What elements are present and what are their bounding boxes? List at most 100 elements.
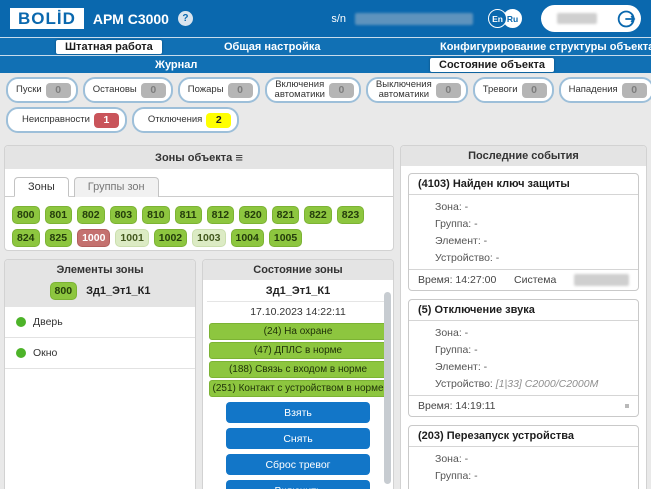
action-button[interactable]: Взять — [226, 402, 370, 423]
counter-badge: 0 — [329, 83, 354, 98]
zone-chip[interactable]: 800 — [12, 206, 40, 224]
event-counters: Пуски0Остановы0Пожары0Включения автомати… — [0, 73, 651, 139]
redacted-username — [557, 13, 597, 24]
element-item[interactable]: Окно — [5, 338, 195, 369]
zone-chip[interactable]: 822 — [304, 206, 332, 224]
event-field-group: Группа: - — [435, 215, 638, 232]
counter-badge: 1 — [94, 113, 119, 128]
primary-nav-item[interactable]: Конфигурирование структуры объекта — [440, 41, 651, 53]
counter-button[interactable]: Остановы0 — [83, 77, 173, 103]
event-title: (203) Перезапуск устройства — [409, 426, 638, 447]
event-field-zone: Зона: - — [435, 324, 638, 341]
secondary-nav-item[interactable]: Журнал — [155, 59, 197, 71]
state-bar: (251) Контакт с устройством в норме — [209, 380, 387, 397]
app-window: BOLİD АРМ С3000 ? s/n En Ru Штатная рабо… — [0, 0, 651, 489]
serial-label: s/n — [331, 13, 346, 25]
zone-chip[interactable]: 821 — [272, 206, 300, 224]
language-toggle: En Ru — [488, 9, 522, 28]
zone-chip[interactable]: 1003 — [192, 229, 225, 247]
state-bar: (188) Связь с входом в норме — [209, 361, 387, 378]
counter-label: Включения автоматики — [275, 80, 325, 100]
event-time: Время: 14:27:00 — [418, 274, 496, 286]
state-timestamp: 17.10.2023 14:22:11 — [203, 302, 393, 321]
event-card: (4103) Найден ключ защитыЗона: -Группа: … — [408, 173, 639, 291]
selected-zone-header: 800 Зд1_Эт1_К1 — [5, 280, 195, 307]
counter-label: Выключения автоматики — [376, 80, 432, 100]
counter-button[interactable]: Пожары 0 — [178, 77, 260, 103]
zones-tab[interactable]: Группы зон — [74, 177, 159, 197]
zone-chip[interactable]: 802 — [77, 206, 105, 224]
event-field-element: Элемент: - — [435, 232, 638, 249]
element-label: Окно — [33, 347, 57, 359]
action-button[interactable]: Сброс тревог — [226, 454, 370, 475]
counter-badge: 0 — [141, 83, 166, 98]
zone-chip[interactable]: 825 — [45, 229, 73, 247]
counter-label: Пожары — [188, 85, 224, 95]
lang-en-button[interactable]: En — [488, 9, 507, 28]
zone-chip[interactable]: 824 — [12, 229, 40, 247]
event-body: Зона: -Группа: -Элемент: -Устройство: [1… — [409, 447, 638, 489]
element-item[interactable]: Дверь — [5, 307, 195, 338]
selected-zone-chip[interactable]: 800 — [50, 282, 78, 300]
counter-button[interactable]: Нападения0 — [559, 77, 651, 103]
counter-label: Неисправности — [22, 115, 90, 125]
events-panel-title: Последние события — [401, 146, 646, 166]
primary-nav-tab[interactable]: Штатная работа — [56, 40, 162, 54]
redacted-serial-number — [355, 13, 473, 25]
event-footer: Время: 14:19:11 — [409, 395, 638, 416]
zones-tabs: ЗоныГруппы зон — [5, 169, 393, 197]
counter-button[interactable]: Включения автоматики 0 — [265, 77, 361, 103]
state-zone-name: Зд1_Эт1_К1 — [207, 280, 389, 302]
counter-button[interactable]: Отключения2 — [132, 107, 239, 133]
counter-badge: 2 — [206, 113, 231, 128]
logout-icon[interactable] — [617, 9, 637, 29]
user-pill[interactable] — [541, 5, 641, 32]
zones-tab[interactable]: Зоны — [14, 177, 69, 197]
counter-badge: 0 — [228, 83, 253, 98]
action-button[interactable]: Включить — [226, 480, 370, 489]
counter-badge: 0 — [522, 83, 547, 98]
zones-grid: 8008018028038108118128208218228238248251… — [5, 197, 393, 251]
redacted-user — [574, 274, 629, 286]
primary-nav: Штатная работа Общая настройка Конфигуриро… — [0, 37, 651, 55]
primary-nav-item[interactable]: Общая настройка — [224, 41, 320, 53]
latest-events-panel: Последние события (4103) Найден ключ защ… — [400, 145, 647, 489]
event-source: Система — [496, 274, 574, 286]
help-icon[interactable]: ? — [178, 11, 193, 26]
element-status-dot — [16, 348, 26, 358]
zone-chip[interactable]: 1000 — [77, 229, 110, 247]
zone-chip[interactable]: 1002 — [154, 229, 187, 247]
counter-button[interactable]: Пуски0 — [6, 77, 78, 103]
menu-icon[interactable]: ≡ — [235, 150, 243, 165]
event-title: (5) Отключение звука — [409, 300, 638, 321]
elements-panel-title: Элементы зоны — [5, 260, 195, 280]
counter-button[interactable]: Тревоги 0 — [473, 77, 554, 103]
zone-chip[interactable]: 820 — [239, 206, 267, 224]
zone-chip[interactable]: 823 — [337, 206, 365, 224]
counter-button[interactable]: Неисправности 1 — [6, 107, 127, 133]
event-body: Зона: -Группа: -Элемент: -Устройство: [1… — [409, 321, 638, 395]
counter-label: Тревоги — [483, 85, 518, 95]
zone-chip[interactable]: 803 — [110, 206, 138, 224]
event-card: (5) Отключение звукаЗона: -Группа: -Элем… — [408, 299, 639, 417]
counter-badge: 0 — [436, 83, 461, 98]
counter-button[interactable]: Выключения автоматики 0 — [366, 77, 468, 103]
zone-chip[interactable]: 810 — [142, 206, 170, 224]
state-panel-scrollbar[interactable] — [384, 292, 391, 489]
secondary-nav-tab[interactable]: Состояние объекта — [430, 58, 554, 72]
counter-label: Пуски — [16, 85, 42, 95]
state-bar: (24) На охране — [209, 323, 387, 340]
element-status-dot — [16, 317, 26, 327]
event-field-element: Элемент: - — [435, 484, 638, 489]
element-label: Дверь — [33, 316, 63, 328]
state-bar: (47) ДПЛС в норме — [209, 342, 387, 359]
event-field-device: Устройство: - — [435, 249, 638, 266]
zone-chip[interactable]: 1004 — [231, 229, 264, 247]
zone-chip[interactable]: 1001 — [115, 229, 148, 247]
action-button[interactable]: Снять — [226, 428, 370, 449]
zone-chip[interactable]: 812 — [207, 206, 235, 224]
zone-chip[interactable]: 1005 — [269, 229, 302, 247]
zone-chip[interactable]: 801 — [45, 206, 73, 224]
zone-chip[interactable]: 811 — [175, 206, 202, 224]
event-field-element: Элемент: - — [435, 358, 638, 375]
